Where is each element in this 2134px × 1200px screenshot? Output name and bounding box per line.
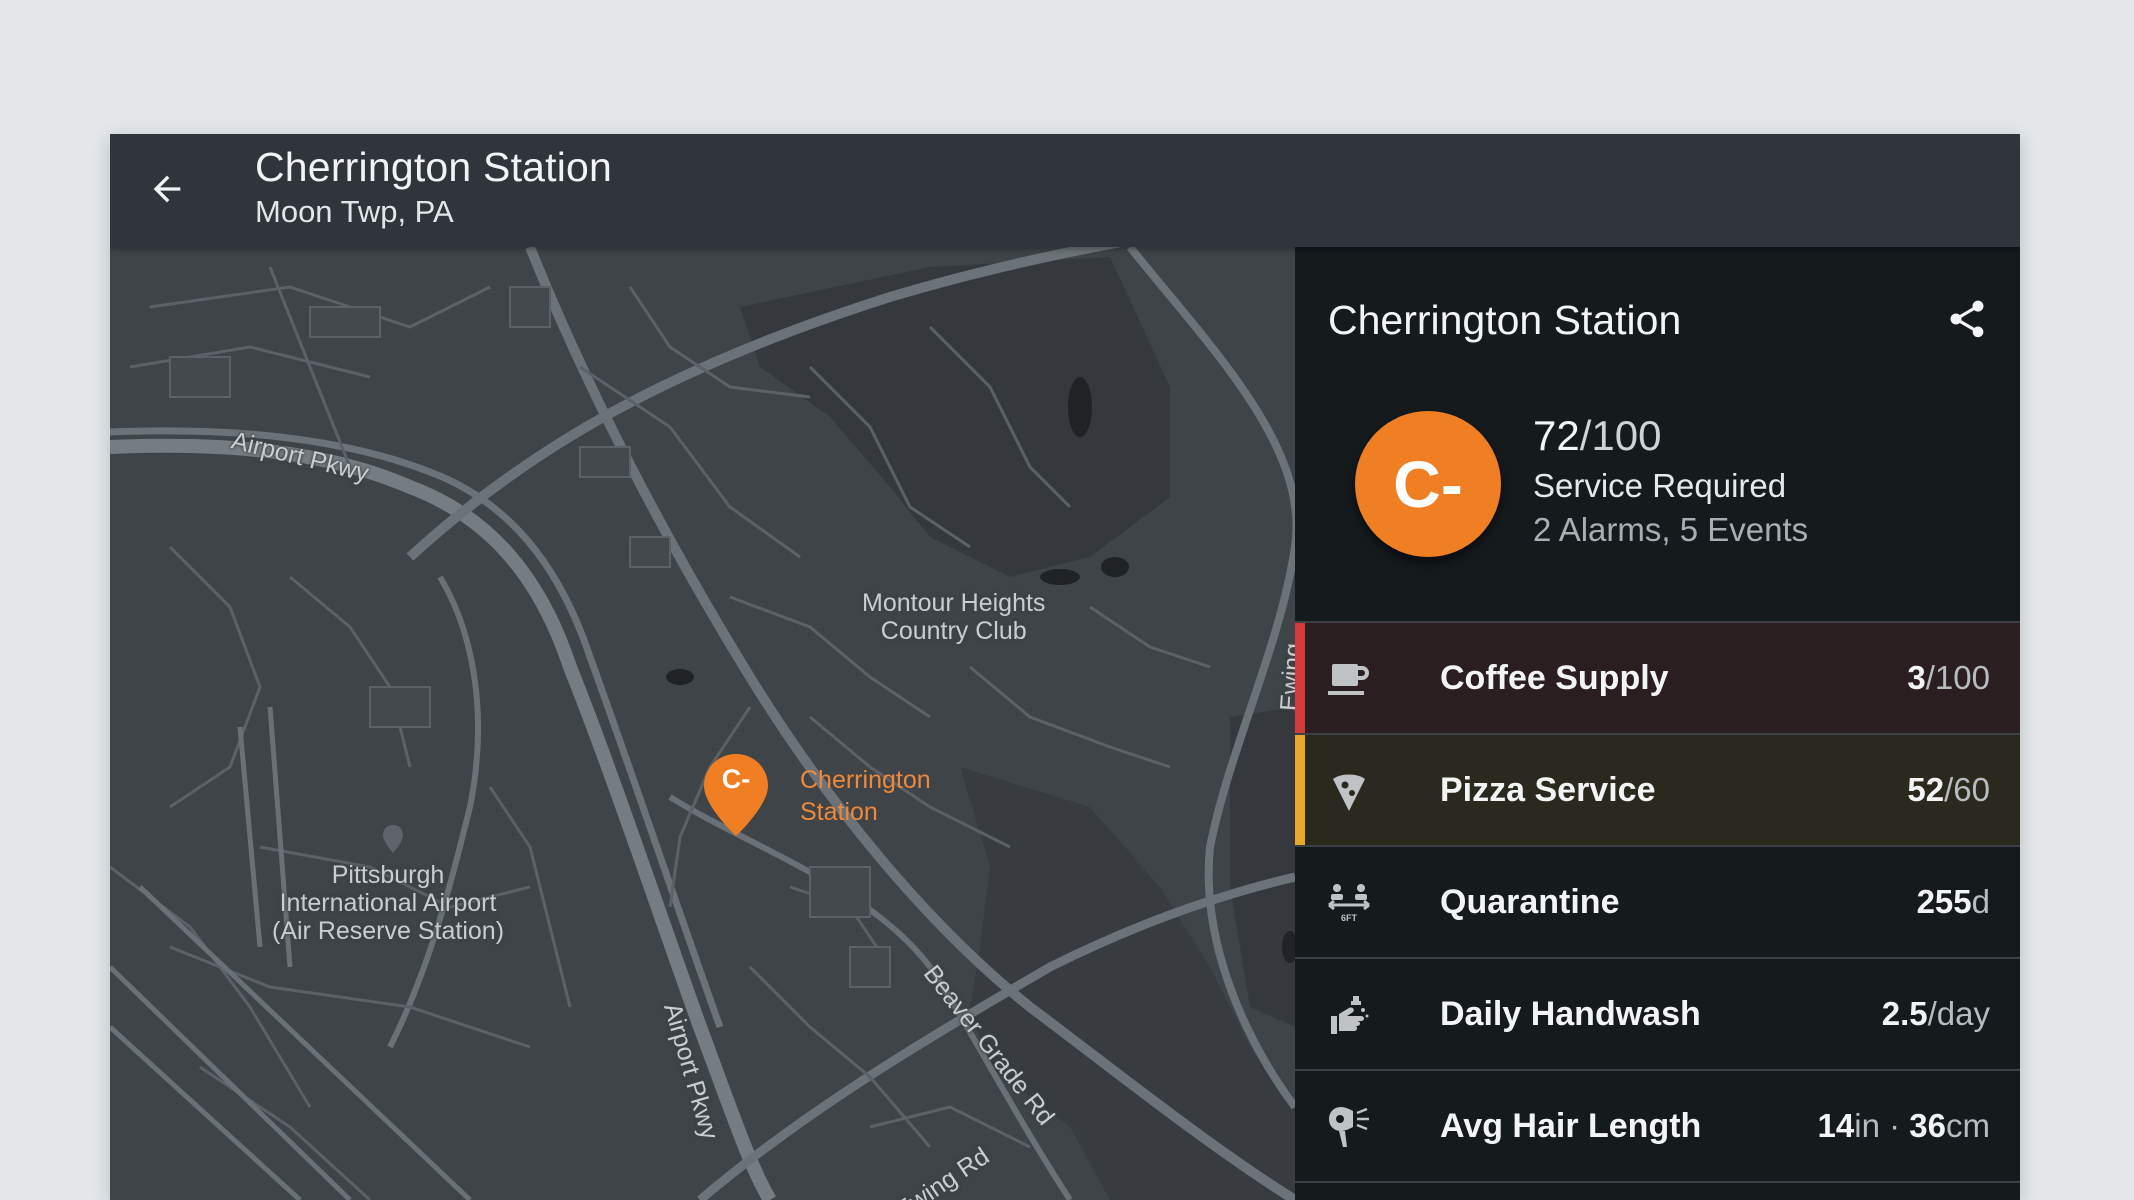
app-window: Cherrington Station Moon Twp, PA Airport… bbox=[110, 134, 2020, 1200]
metric-label: Avg Hair Length bbox=[1440, 1106, 1702, 1145]
metric-unit: /100 bbox=[1925, 659, 1990, 696]
social-distance-icon: 6FT bbox=[1325, 879, 1373, 927]
map-view[interactable]: Airport Pkwy Airport Pkwy Montour Height… bbox=[110, 247, 1295, 1200]
metric-unit: /60 bbox=[1944, 771, 1990, 808]
metric-label: Quarantine bbox=[1440, 882, 1620, 921]
metric-value-number: 2.5 bbox=[1881, 995, 1928, 1032]
status-stripe bbox=[1295, 623, 1305, 733]
score-number: 72 bbox=[1533, 412, 1580, 459]
map-label-pittsburgh-line1: Pittsburgh bbox=[331, 861, 445, 889]
metric-row-daily-handwash[interactable]: Daily Handwash 2.5/day bbox=[1295, 957, 2020, 1069]
service-status: Service Required bbox=[1533, 467, 1787, 504]
metric-label: Coffee Supply bbox=[1440, 658, 1669, 697]
metric-value-number: 3 bbox=[1907, 659, 1926, 696]
panel-header: Cherrington Station C- 72/100 Service Re… bbox=[1295, 247, 2020, 621]
metric-label: Pizza Service bbox=[1440, 770, 1656, 809]
metric-value: 255d bbox=[1917, 883, 1990, 921]
grade-badge: C- bbox=[1355, 411, 1501, 557]
metric-value-number: 14 bbox=[1817, 1107, 1855, 1144]
panel-title: Cherrington Station bbox=[1328, 297, 1682, 343]
status-stripe bbox=[1295, 735, 1305, 845]
metric-row-avg-hair-length[interactable]: Avg Hair Length 14in · 36cm bbox=[1295, 1069, 2020, 1181]
metric-label: Daily Handwash bbox=[1440, 994, 1701, 1033]
metric-row-coffee-supply[interactable]: Coffee Supply 3/100 bbox=[1295, 621, 2020, 733]
score-total: /100 bbox=[1579, 412, 1662, 459]
map-label-montour-heights: Montour Heights Country Club bbox=[862, 589, 1045, 645]
handwash-icon bbox=[1325, 991, 1373, 1039]
metric-row-pizza-service[interactable]: Pizza Service 52/60 bbox=[1295, 733, 2020, 845]
back-button[interactable] bbox=[142, 164, 192, 214]
score-value: 72/100 bbox=[1533, 412, 1661, 460]
metric-row-divider bbox=[1295, 1181, 2020, 1183]
share-icon bbox=[1950, 300, 1984, 338]
pin-label[interactable]: Cherrington Station bbox=[800, 764, 931, 828]
metric-unit-secondary: cm bbox=[1946, 1107, 1990, 1144]
metric-value: 3/100 bbox=[1907, 659, 1990, 697]
map-label-pittsburgh-line3: (Air Reserve Station) bbox=[272, 917, 505, 945]
map-label-pittsburgh-airport: Pittsburgh International Airport (Air Re… bbox=[272, 861, 504, 945]
alarms-summary: 2 Alarms, 5 Events bbox=[1533, 511, 1809, 548]
metric-unit: d bbox=[1971, 883, 1990, 920]
pin-label-line2: Station bbox=[800, 798, 878, 826]
page-subtitle: Moon Twp, PA bbox=[255, 194, 454, 229]
metrics-list: Coffee Supply 3/100 Pizza Service 52/60 bbox=[1295, 621, 2020, 1183]
pin-grade: C- bbox=[721, 764, 751, 794]
pin-label-line1: Cherrington bbox=[800, 766, 931, 794]
map-base-layer bbox=[110, 247, 1295, 1200]
map-label-montour-line1: Montour Heights bbox=[862, 589, 1046, 617]
share-button[interactable] bbox=[1945, 297, 1993, 345]
map-label-ewing-rd-edge: Ewing Rd bbox=[1275, 642, 1295, 712]
pizza-icon bbox=[1325, 767, 1373, 815]
map-label-pittsburgh-line2: International Airport bbox=[279, 889, 497, 917]
metric-value-number-secondary: 36 bbox=[1909, 1107, 1946, 1144]
metric-value: 2.5/day bbox=[1882, 995, 1990, 1033]
top-app-bar: Cherrington Station Moon Twp, PA bbox=[110, 134, 2020, 247]
metric-row-quarantine[interactable]: 6FT Quarantine 255d bbox=[1295, 845, 2020, 957]
arrow-back-icon bbox=[153, 175, 181, 203]
location-pin[interactable]: C- bbox=[702, 752, 770, 838]
detail-panel: Cherrington Station C- 72/100 Service Re… bbox=[1295, 247, 2020, 1200]
metric-value: 52/60 bbox=[1907, 771, 1990, 809]
map-label-montour-line2: Country Club bbox=[880, 617, 1027, 645]
svg-text:6FT: 6FT bbox=[1341, 913, 1358, 923]
coffee-cup-icon bbox=[1325, 655, 1373, 703]
metric-unit: in · bbox=[1854, 1107, 1910, 1144]
page-title: Cherrington Station bbox=[255, 144, 613, 190]
metric-unit: /day bbox=[1927, 995, 1990, 1032]
place-marker-icon bbox=[383, 825, 403, 853]
metric-value-number: 255 bbox=[1916, 883, 1972, 920]
hair-dryer-icon bbox=[1325, 1103, 1373, 1151]
metric-value: 14in · 36cm bbox=[1818, 1107, 1990, 1145]
metric-value-number: 52 bbox=[1907, 771, 1945, 808]
